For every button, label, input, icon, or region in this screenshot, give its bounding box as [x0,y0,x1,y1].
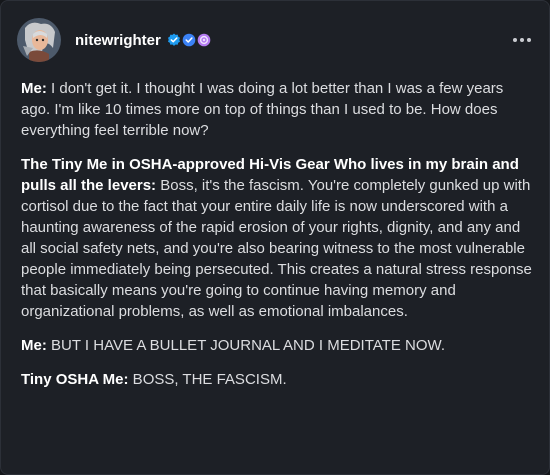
post-paragraph: Me: I don't get it. I thought I was doin… [21,78,533,141]
username[interactable]: nitewrighter [75,32,161,49]
user-badges [167,33,211,47]
paragraph-text: BUT I HAVE A BULLET JOURNAL AND I MEDITA… [46,337,445,354]
post-paragraph: Tiny OSHA Me: BOSS, THE FASCISM. [21,369,533,390]
post-paragraph: The Tiny Me in OSHA-approved Hi-Vis Gear… [21,154,533,322]
more-dot-icon [527,38,531,42]
more-dot-icon [520,38,524,42]
post-header: nitewrighter [17,15,533,65]
paragraph-text: BOSS, THE FASCISM. [128,371,287,388]
speaker-label: Tiny OSHA Me: [21,371,129,388]
speaker-label: Me: [21,80,47,97]
more-dot-icon [513,38,517,42]
post-body: Me: I don't get it. I thought I was doin… [21,78,533,403]
blue-check-badge-icon[interactable] [182,33,196,47]
more-options-button[interactable] [511,32,533,48]
verified-badge-icon[interactable] [167,33,181,47]
purple-badge-icon[interactable] [197,33,211,47]
paragraph-text: Boss, it's the fascism. You're completel… [21,177,532,320]
speaker-label: Me: [21,337,47,354]
avatar[interactable] [17,18,61,62]
paragraph-text: I don't get it. I thought I was doing a … [21,80,504,139]
post-card: nitewrighter Me: I don't get it. I thoug… [0,0,550,475]
post-paragraph: Me: BUT I HAVE A BULLET JOURNAL AND I ME… [21,335,533,356]
